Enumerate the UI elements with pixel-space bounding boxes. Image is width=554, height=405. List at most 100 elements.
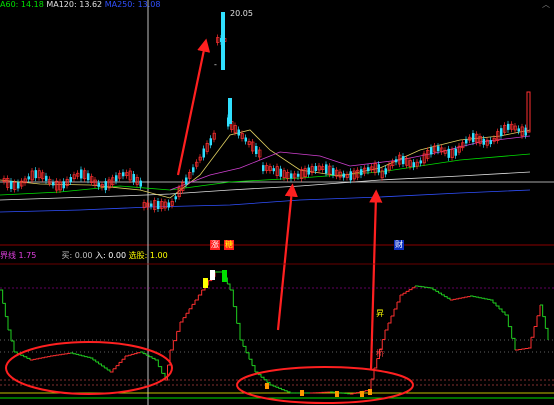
indicator-value: 1.75 <box>18 251 37 260</box>
indicator-orange-bar <box>360 391 364 397</box>
candle-body <box>430 147 433 155</box>
annotation-arrows <box>176 38 383 371</box>
indicator-step <box>430 287 434 290</box>
marker-tang[interactable]: 糖 <box>224 240 234 250</box>
indicator-step <box>502 311 506 315</box>
indicator-panel[interactable] <box>0 263 554 399</box>
indicator-step <box>496 305 500 309</box>
candle-body <box>17 182 20 189</box>
indicator-step <box>152 357 156 360</box>
candle-body <box>34 170 37 179</box>
indicator-step <box>32 358 37 360</box>
indicator-step <box>183 313 187 319</box>
candle-body <box>454 148 457 156</box>
candle-body <box>209 138 212 146</box>
indicator-step <box>192 300 196 305</box>
indicator-step <box>450 299 454 301</box>
candle-body <box>360 169 363 176</box>
indicator-step <box>11 340 15 352</box>
indicator-step <box>87 356 91 358</box>
candle-body <box>402 156 405 165</box>
indicator-step <box>189 304 193 310</box>
indicator-step <box>2 302 6 317</box>
candle-body <box>104 181 107 191</box>
candle-body <box>97 182 100 187</box>
indicator-step <box>464 296 468 298</box>
chevron-up-icon[interactable]: ︿ <box>542 0 550 9</box>
indicator-step <box>365 390 369 392</box>
entry-label: 入: 0.00 <box>95 251 127 260</box>
indicator-step <box>385 323 389 331</box>
indicator-yellow-bar <box>203 278 208 288</box>
indicator-step <box>368 379 372 391</box>
marker-cai[interactable]: 财 <box>394 240 404 250</box>
candle-body <box>437 146 440 152</box>
indicator-step <box>113 365 117 370</box>
candle-body <box>150 203 153 207</box>
indicator-step <box>545 327 549 340</box>
candle-body <box>237 129 240 136</box>
indicator-step <box>30 359 34 361</box>
indicator-step <box>481 297 485 299</box>
candle-body <box>377 164 380 173</box>
indicator-step <box>98 363 102 366</box>
moving-average-lines <box>0 129 531 213</box>
indicator-step <box>458 297 462 299</box>
indicator-step <box>528 337 532 349</box>
price-panel[interactable] <box>0 0 554 405</box>
indicator-step <box>264 379 268 383</box>
indicator-step <box>435 290 440 294</box>
arrow-3 <box>369 189 383 371</box>
indicator-step <box>388 316 392 324</box>
candle-body <box>115 175 118 182</box>
indicator-step <box>252 365 256 372</box>
candle-body <box>27 176 30 180</box>
indicator-step <box>78 354 82 356</box>
indicator-step <box>195 295 199 301</box>
stock-chart[interactable] <box>0 0 554 405</box>
candle-body <box>139 180 142 187</box>
peak-candle <box>221 12 225 70</box>
indicator-step <box>0 289 4 304</box>
peak-price-label: 20.05 <box>230 9 253 18</box>
candle-body <box>272 168 275 172</box>
indicator-step <box>233 306 238 324</box>
indicator-step <box>20 354 25 357</box>
candle-body <box>482 138 485 145</box>
indicator-step <box>258 374 262 378</box>
dash-label: - <box>214 60 217 69</box>
ma60-line <box>0 153 531 196</box>
indicator-step <box>8 329 12 341</box>
candle-body <box>472 133 475 143</box>
indicator-name: 界线 <box>0 251 16 260</box>
indicator-step <box>394 302 398 310</box>
candle-body <box>332 168 335 176</box>
indicator-step <box>487 298 491 300</box>
indicator-step <box>134 352 138 355</box>
candle-body <box>62 181 65 189</box>
indicator-step <box>47 356 51 358</box>
last-candle <box>526 91 531 133</box>
indicator-header: 界线 1.75 买: 0.00 入: 0.00 选股: 1.00 <box>0 251 168 260</box>
ma250-line <box>0 189 531 213</box>
ma60-value: A60: 14.18 <box>0 0 44 9</box>
indicator-steps <box>0 270 549 397</box>
indicator-step <box>14 351 18 354</box>
indicator-step <box>23 356 28 359</box>
indicator-white-bar <box>210 270 215 280</box>
marker-zhang[interactable]: 涨 <box>210 240 220 250</box>
indicator-step <box>275 386 280 389</box>
indicator-orange-bar <box>300 390 304 396</box>
indicator-step <box>261 376 265 380</box>
indicator-step <box>484 298 488 300</box>
indicator-step <box>438 292 442 295</box>
indicator-step <box>104 367 108 370</box>
arrow-1 <box>176 38 211 176</box>
ma120-value: MA120: 13.62 <box>46 0 103 9</box>
candle-body <box>419 160 422 164</box>
candle-body <box>255 146 258 154</box>
indicator-step <box>270 384 274 387</box>
indicator-step <box>170 340 174 351</box>
indicator-step <box>240 339 244 347</box>
ma120-line <box>0 171 531 201</box>
